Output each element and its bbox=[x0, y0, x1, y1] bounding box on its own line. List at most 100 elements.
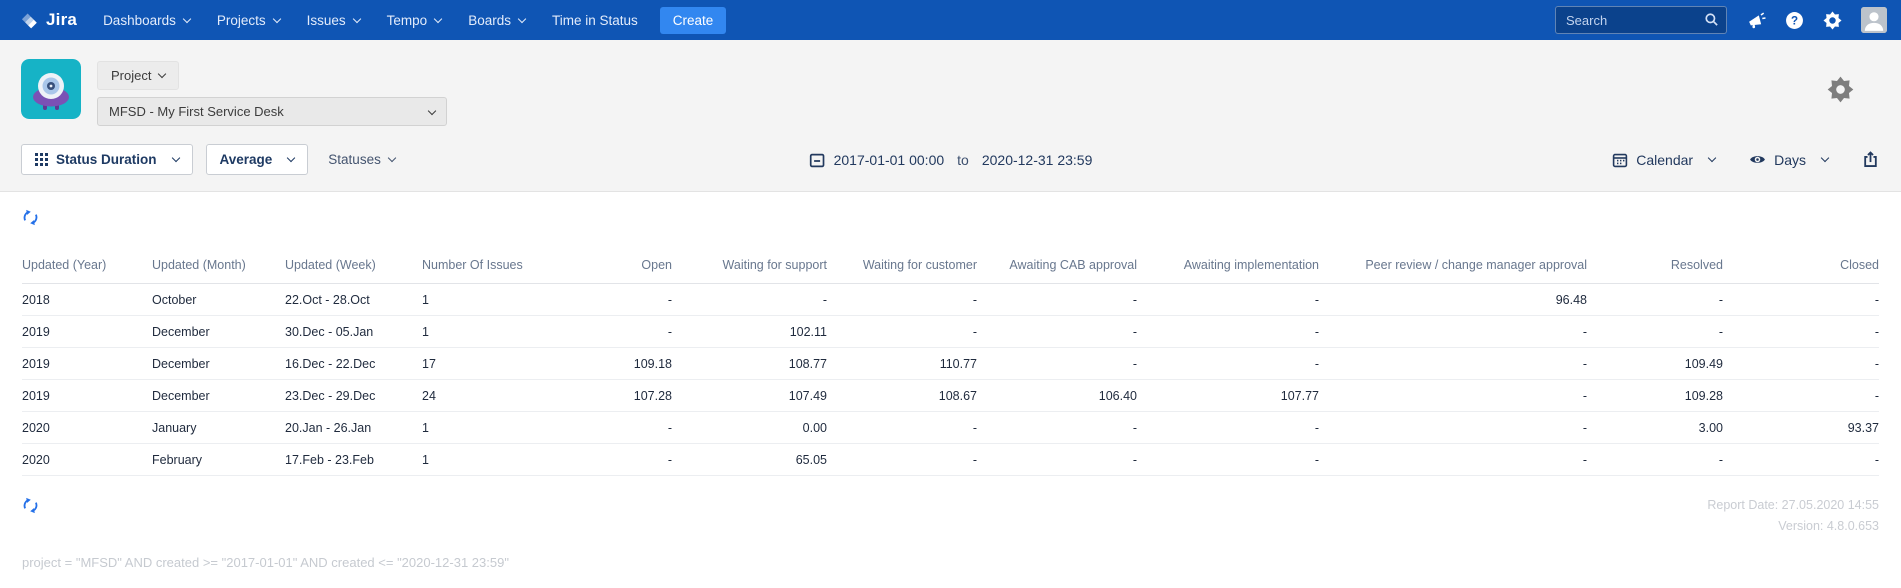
table-cell: - bbox=[1319, 443, 1587, 476]
settings-gear-icon[interactable] bbox=[1823, 10, 1842, 30]
table-cell: 22.Oct - 28.Oct bbox=[285, 283, 422, 316]
project-avatar[interactable] bbox=[21, 59, 81, 119]
table-cell: 107.49 bbox=[672, 379, 827, 412]
table-cell: - bbox=[1587, 315, 1723, 348]
nav-item-issues[interactable]: Issues bbox=[307, 13, 361, 28]
table-row: 2020 February 17.Feb - 23.Feb 1-65.05- - - - - - bbox=[22, 443, 1879, 476]
table-cell: - bbox=[977, 411, 1137, 444]
eye-icon bbox=[1749, 151, 1766, 168]
refresh-icon[interactable] bbox=[22, 497, 39, 514]
chevron-down-icon bbox=[433, 14, 443, 23]
table-cell: - bbox=[672, 283, 827, 316]
column-header: Resolved bbox=[1587, 246, 1723, 284]
user-avatar[interactable] bbox=[1861, 7, 1887, 33]
unit-label: Days bbox=[1774, 151, 1806, 168]
table-cell: 2019 bbox=[22, 315, 152, 348]
column-header: Awaiting implementation bbox=[1137, 246, 1319, 284]
report-settings-gear-icon[interactable] bbox=[1827, 76, 1854, 108]
nav-item-boards[interactable]: Boards bbox=[468, 13, 527, 28]
chevron-down-icon bbox=[287, 153, 296, 163]
project-select[interactable]: MFSD - My First Service Desk bbox=[97, 97, 447, 126]
nav-item-time-in-status[interactable]: Time in Status bbox=[552, 13, 638, 28]
search-input[interactable] bbox=[1556, 12, 1726, 28]
table-cell: - bbox=[1723, 315, 1879, 348]
table-cell: January bbox=[152, 411, 285, 444]
table-cell: 20.Jan - 26.Jan bbox=[285, 411, 422, 444]
aggregation-label: Average bbox=[219, 152, 273, 167]
nav-item-projects[interactable]: Projects bbox=[217, 13, 281, 28]
search-icon[interactable] bbox=[1704, 12, 1719, 32]
table-cell: 109.49 bbox=[1587, 347, 1723, 380]
table-cell: 2019 bbox=[22, 347, 152, 380]
table-cell: 1 bbox=[422, 411, 562, 444]
brand-name: Jira bbox=[46, 10, 78, 29]
table-cell: December bbox=[152, 315, 285, 348]
column-header: Awaiting CAB approval bbox=[977, 246, 1137, 284]
table-cell: 1 bbox=[422, 315, 562, 348]
table-cell: 0.00 bbox=[672, 411, 827, 444]
date-from: 2017-01-01 00:00 bbox=[833, 151, 945, 168]
chevron-down-icon bbox=[182, 14, 192, 23]
refresh-icon[interactable] bbox=[22, 209, 39, 226]
table-cell: - bbox=[562, 411, 672, 444]
table-cell: 16.Dec - 22.Dec bbox=[285, 347, 422, 380]
calendar-mode-label: Calendar bbox=[1636, 151, 1694, 168]
project-select-value: MFSD - My First Service Desk bbox=[109, 104, 284, 119]
project-scope-dropdown[interactable]: Project bbox=[97, 61, 180, 90]
table-cell: 2020 bbox=[22, 443, 152, 476]
chevron-down-icon bbox=[1820, 153, 1830, 163]
statuses-dropdown[interactable]: Statuses bbox=[328, 152, 397, 167]
table-cell: February bbox=[152, 443, 285, 476]
announcements-icon[interactable] bbox=[1747, 11, 1766, 30]
calendar-minus-icon bbox=[809, 152, 825, 168]
table-cell: - bbox=[1319, 347, 1587, 380]
column-header: Updated (Month) bbox=[152, 246, 285, 284]
help-icon[interactable]: ? bbox=[1785, 11, 1804, 30]
table-cell: 107.28 bbox=[562, 379, 672, 412]
table-cell: 102.11 bbox=[672, 315, 827, 348]
table-cell: December bbox=[152, 347, 285, 380]
table-cell: - bbox=[1723, 379, 1879, 412]
app-window: Jira Dashboards Projects Issues Tempo Boards… bbox=[0, 0, 1901, 588]
table-cell: - bbox=[1723, 283, 1879, 316]
table-cell: 30.Dec - 05.Jan bbox=[285, 315, 422, 348]
nav-item-dashboards[interactable]: Dashboards bbox=[103, 13, 192, 28]
unit-dropdown[interactable]: Days bbox=[1749, 151, 1830, 168]
report-footer: Report Date: 27.05.2020 14:55 Version: 4… bbox=[22, 497, 1879, 537]
export-icon[interactable] bbox=[1862, 151, 1879, 168]
table-cell: 17 bbox=[422, 347, 562, 380]
table-cell: - bbox=[827, 283, 977, 316]
calendar-mode-dropdown[interactable]: Calendar bbox=[1612, 151, 1717, 168]
table-cell: - bbox=[1137, 347, 1319, 380]
table-cell: 3.00 bbox=[1587, 411, 1723, 444]
report-date: Report Date: 27.05.2020 14:55 bbox=[1707, 498, 1879, 512]
date-range-picker[interactable]: 2017-01-01 00:00 to 2020-12-31 23:59 bbox=[809, 144, 1092, 175]
table-cell: 2019 bbox=[22, 379, 152, 412]
nav-item-tempo[interactable]: Tempo bbox=[387, 13, 443, 28]
navbar-menu: Dashboards Projects Issues Tempo Boards Time … bbox=[103, 13, 638, 28]
report-content: Updated (Year) Updated (Month) Updated (We… bbox=[0, 192, 1901, 570]
table-cell: December bbox=[152, 379, 285, 412]
jira-logo-icon bbox=[18, 10, 39, 31]
search-box[interactable] bbox=[1555, 6, 1727, 34]
table-cell: 110.77 bbox=[827, 347, 977, 380]
report-type-label: Status Duration bbox=[56, 152, 157, 167]
chevron-down-icon bbox=[352, 14, 361, 23]
table-cell: 106.40 bbox=[977, 379, 1137, 412]
table-header-row: Updated (Year) Updated (Month) Updated (We… bbox=[22, 246, 1879, 284]
aggregation-dropdown[interactable]: Average bbox=[205, 144, 309, 175]
table-cell: - bbox=[562, 443, 672, 476]
table-cell: October bbox=[152, 283, 285, 316]
table-cell: - bbox=[1137, 283, 1319, 316]
create-button[interactable]: Create bbox=[659, 6, 727, 34]
jira-logo[interactable]: Jira bbox=[18, 10, 77, 31]
table-cell: - bbox=[1319, 411, 1587, 444]
table-cell: - bbox=[1723, 443, 1879, 476]
table-cell: 24 bbox=[422, 379, 562, 412]
column-header: Updated (Year) bbox=[22, 246, 152, 284]
table-cell: - bbox=[1137, 443, 1319, 476]
report-type-dropdown[interactable]: Status Duration bbox=[21, 144, 193, 175]
table-row: 2019 December 16.Dec - 22.Dec 17 109.18 108.7… bbox=[22, 347, 1879, 380]
top-navbar: Jira Dashboards Projects Issues Tempo Boards… bbox=[0, 0, 1901, 40]
statuses-label: Statuses bbox=[328, 152, 381, 167]
